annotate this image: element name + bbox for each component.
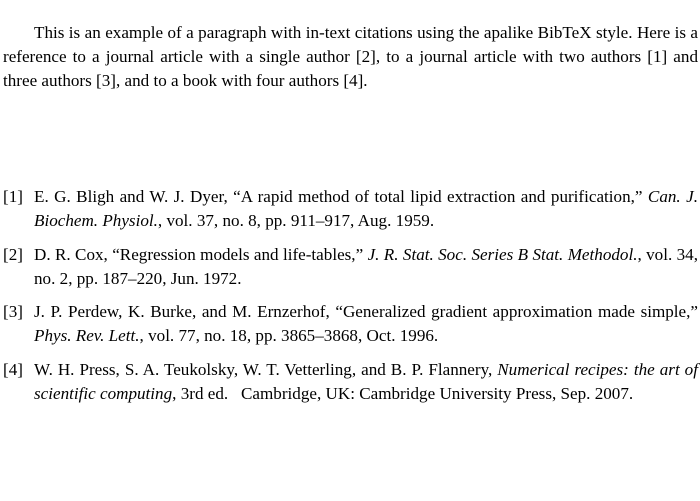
bib-entry-authors: J. P. Perdew, K. Burke, and M. Ernzerhof… — [34, 302, 330, 322]
bib-entry-label: [2] — [3, 244, 23, 264]
bib-entry-publisher: Cambridge, UK: Cambridge University Pres… — [241, 384, 634, 404]
inter-sentence-space — [228, 384, 241, 403]
bib-entry-body: J. P. Perdew, K. Burke, and M. Ernzerhof… — [34, 300, 698, 348]
bib-entry-body: W. H. Press, S. A. Teukolsky, W. T. Vett… — [34, 358, 698, 406]
bib-entry-authors: E. G. Bligh and W. J. Dyer, — [34, 187, 228, 206]
bib-entry-authors: W. H. Press, S. A. Teukolsky, W. T. Vett… — [34, 360, 493, 380]
bib-entry-details: , 3rd ed. — [172, 384, 229, 404]
bib-entry-details: , vol. 37, no. 8, pp. 911–917, Aug. 1959… — [157, 211, 435, 231]
bibliography-entry: [3] J. P. Perdew, K. Burke, and M. Ernze… — [3, 300, 698, 348]
bib-entry-authors: D. R. Cox, — [34, 244, 108, 264]
bib-entry-body: E. G. Bligh and W. J. Dyer, “A rapid met… — [34, 185, 698, 233]
bib-entry-label: [4] — [3, 360, 23, 380]
bibliography-entry: [2] D. R. Cox, “Regression models and li… — [3, 243, 698, 291]
bibliography-entry: [1] E. G. Bligh and W. J. Dyer, “A rapid… — [3, 185, 698, 233]
bib-entry-container: Phys. Rev. Lett. — [34, 326, 140, 346]
bib-entry-label: [1] — [3, 187, 23, 206]
intro-paragraph: This is an example of a paragraph with i… — [3, 23, 698, 91]
document-page: This is an example of a paragraph with i… — [0, 0, 700, 501]
bib-entry-label: [3] — [3, 302, 23, 322]
bib-entry-body: D. R. Cox, “Regression models and life-t… — [34, 243, 698, 291]
bibliography-list: [1] E. G. Bligh and W. J. Dyer, “A rapid… — [3, 185, 698, 406]
bib-entry-container: J. R. Stat. Soc. Series B Stat. Methodol… — [367, 244, 638, 264]
bib-entry-title: “Generalized gradient approximation made… — [335, 302, 699, 322]
bib-entry-title: “Regression models and life-tables,” — [112, 244, 364, 264]
bibliography-entry: [4] W. H. Press, S. A. Teukolsky, W. T. … — [3, 358, 698, 406]
bib-entry-details: , vol. 77, no. 18, pp. 3865–3868, Oct. 1… — [139, 326, 439, 346]
bib-entry-title: “A rapid method of total lipid extractio… — [233, 187, 643, 206]
